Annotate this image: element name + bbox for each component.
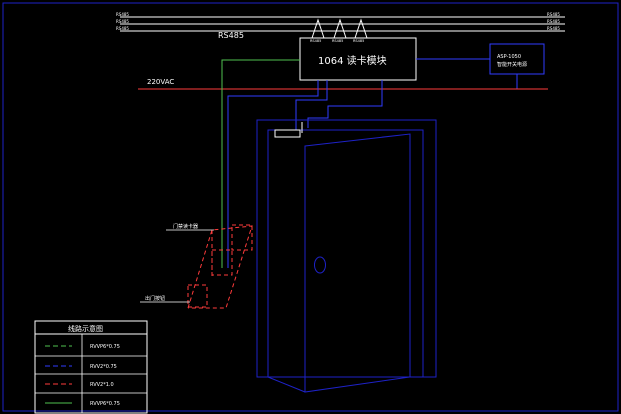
legend-entry-1: RVVP6*0.75 bbox=[90, 344, 120, 350]
legend-entry-4: RVVP6*0.75 bbox=[90, 401, 120, 407]
card-reader-box bbox=[231, 224, 253, 251]
bus-drop-tag-1: RS485 bbox=[310, 39, 321, 43]
power-supply-line1: ASP-1050 bbox=[497, 54, 521, 60]
power-label: 220VAC bbox=[147, 78, 174, 86]
exit-button-label: 出门按钮 bbox=[145, 295, 165, 302]
bus-left-tag-2: RS485 bbox=[116, 19, 129, 24]
cad-drawing-canvas: RS485 RS485 RS485 RS485 RS485 RS485 RS48… bbox=[0, 0, 621, 414]
bus-drop-tag-2: RS485 bbox=[332, 39, 343, 43]
legend-title: 线路示意图 bbox=[68, 324, 103, 333]
rs485-bus bbox=[120, 16, 565, 39]
bus-left-tag-1: RS485 bbox=[116, 12, 129, 17]
legend: 线路示意图 RVVP6*0.75 RVV2*0.75 RVV2*1.0 RVVP… bbox=[34, 320, 148, 414]
bus-right-tag-2: RS485 bbox=[547, 19, 560, 24]
wiring-diagram: RS485 RS485 RS485 RS485 RS485 RS485 RS48… bbox=[2, 2, 619, 414]
door-swing-line bbox=[267, 376, 306, 393]
door-leaf bbox=[304, 133, 411, 393]
door-handle bbox=[314, 256, 326, 274]
bus-left-tag-3: RS485 bbox=[116, 26, 129, 31]
legend-entry-3: RVV2*1.0 bbox=[90, 382, 114, 388]
door-frame-outer bbox=[256, 119, 437, 378]
bus-drop-tag-3: RS485 bbox=[353, 39, 364, 43]
controller-label: 1064 读卡模块 bbox=[318, 54, 387, 67]
bus-right-tag-3: RS485 bbox=[547, 26, 560, 31]
exit-button-box bbox=[187, 284, 208, 308]
wall-junction-box bbox=[187, 225, 253, 309]
reader-cable-green bbox=[221, 59, 300, 268]
reader-label: 门禁读卡器 bbox=[173, 223, 198, 230]
legend-entry-2: RVV2*0.75 bbox=[90, 364, 117, 370]
bus-right-tag-1: RS485 bbox=[547, 12, 560, 17]
door-frame-inner bbox=[267, 129, 424, 378]
power-supply-line2: 智能开关电源 bbox=[497, 61, 527, 68]
bus-label: RS485 bbox=[218, 31, 244, 40]
electric-lock bbox=[274, 129, 301, 138]
